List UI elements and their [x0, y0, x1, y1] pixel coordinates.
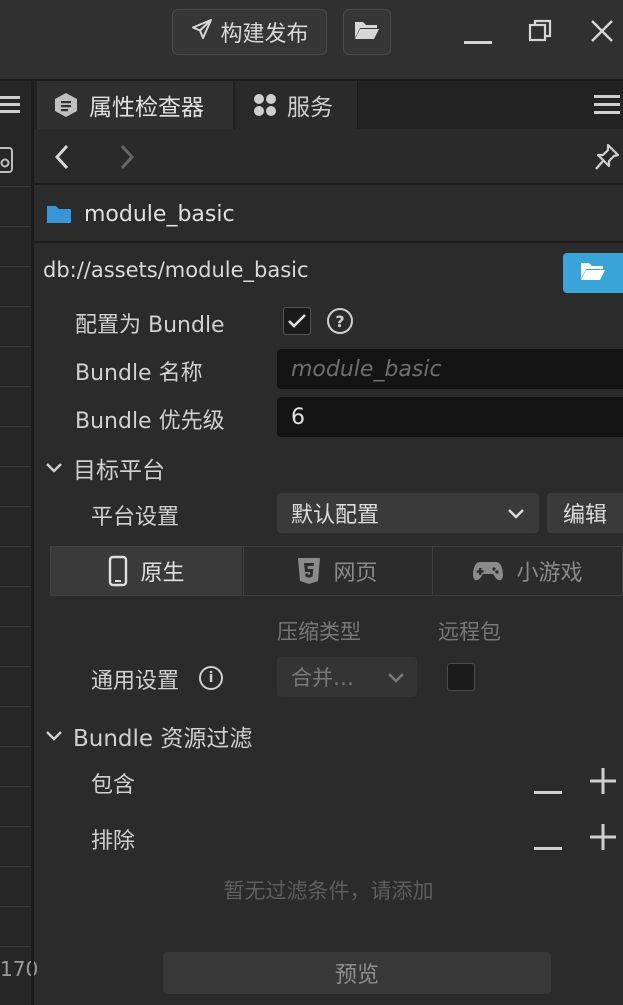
preview-button[interactable]: 预览: [163, 952, 551, 994]
close-icon[interactable]: [590, 19, 614, 47]
html5-icon: [297, 557, 321, 585]
compress-type-value: 合并…: [291, 666, 354, 690]
restore-icon[interactable]: [528, 19, 552, 47]
config-bundle-label: 配置为 Bundle: [75, 313, 225, 338]
build-publish-button[interactable]: 构建发布: [172, 9, 327, 55]
folder-open-icon: [353, 18, 381, 46]
tab-web-label: 网页: [333, 561, 378, 586]
chevron-down-icon: [45, 462, 63, 474]
platform-config-value: 默认配置: [291, 503, 380, 528]
pin-icon[interactable]: [594, 143, 620, 175]
bundle-filter-section[interactable]: Bundle 资源过滤: [45, 719, 252, 753]
bundle-filter-label: Bundle 资源过滤: [73, 726, 253, 752]
chevron-down-icon: [387, 665, 405, 689]
inspector-icon: [53, 92, 79, 118]
compress-type-select[interactable]: 合并…: [277, 657, 417, 697]
services-icon: [253, 93, 277, 117]
open-in-explorer-button[interactable]: [563, 253, 623, 293]
target-platform-label: 目标平台: [73, 458, 165, 484]
folder-open-icon: [579, 259, 607, 287]
minimize-icon[interactable]: [464, 30, 492, 49]
bundle-priority-input[interactable]: 6: [277, 397, 623, 437]
include-remove-icon[interactable]: [534, 780, 562, 799]
exclude-add-icon[interactable]: [590, 824, 616, 854]
platform-config-select[interactable]: 默认配置: [277, 493, 539, 533]
tab-native-label: 原生: [140, 561, 185, 586]
tab-services-label: 服务: [287, 95, 333, 121]
chevron-down-icon: [45, 730, 63, 742]
tab-services[interactable]: 服务: [234, 81, 358, 129]
info-icon[interactable]: i: [199, 666, 223, 690]
include-label: 包含: [91, 773, 136, 798]
asset-header: module_basic: [34, 187, 623, 243]
bundle-name-input[interactable]: module_basic: [277, 349, 623, 389]
left-panel-menu-icon[interactable]: [0, 94, 20, 118]
back-icon[interactable]: [54, 144, 70, 174]
bundle-name-label: Bundle 名称: [75, 361, 203, 386]
empty-filter-text: 暂无过滤条件，请添加: [223, 879, 434, 903]
send-icon: [190, 17, 214, 47]
build-publish-label: 构建发布: [220, 22, 309, 47]
forward-icon[interactable]: [119, 144, 135, 174]
help-icon[interactable]: ?: [327, 308, 353, 334]
tab-native[interactable]: 原生: [51, 547, 242, 595]
bundle-priority-label: Bundle 优先级: [75, 409, 225, 434]
scene-settings-icon[interactable]: [0, 146, 14, 178]
asset-name: module_basic: [84, 201, 235, 227]
chevron-down-icon: [507, 501, 525, 526]
include-add-icon[interactable]: [590, 768, 616, 798]
bundle-priority-value: 6: [291, 404, 305, 430]
edit-button[interactable]: 编辑: [547, 493, 623, 533]
general-settings-label: 通用设置: [91, 669, 180, 694]
platform-settings-label: 平台设置: [91, 505, 180, 530]
remote-bundle-checkbox[interactable]: [447, 663, 475, 691]
folder-icon: [46, 204, 72, 224]
tab-minigame[interactable]: 小游戏: [432, 547, 622, 595]
tab-inspector[interactable]: 属性检查器: [37, 81, 233, 129]
config-bundle-checkbox[interactable]: [283, 307, 311, 335]
panel-menu-icon[interactable]: [594, 94, 620, 120]
tab-inspector-label: 属性检查器: [89, 95, 204, 121]
open-folder-button[interactable]: [343, 9, 391, 55]
target-platform-section[interactable]: 目标平台: [45, 451, 165, 485]
bundle-name-placeholder: module_basic: [291, 356, 442, 382]
mobile-icon: [108, 555, 128, 587]
tab-web[interactable]: 网页: [243, 547, 431, 595]
remote-bundle-header: 远程包: [438, 620, 501, 644]
gamepad-icon: [472, 559, 504, 583]
tab-minigame-label: 小游戏: [516, 561, 583, 586]
exclude-label: 排除: [91, 829, 136, 854]
scene-grid: [0, 186, 31, 966]
compress-type-header: 压缩类型: [277, 620, 361, 644]
exclude-remove-icon[interactable]: [534, 836, 562, 855]
asset-path: db://assets/module_basic: [43, 258, 309, 282]
